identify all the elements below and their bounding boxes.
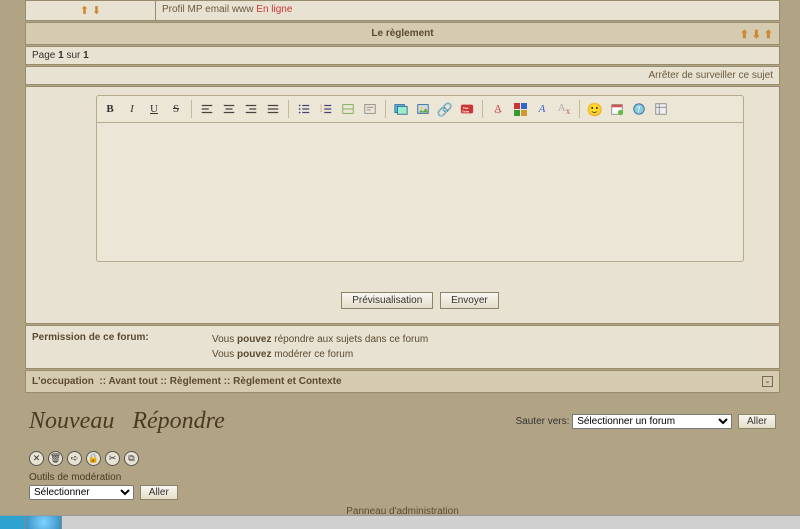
align-left-button[interactable] — [197, 99, 217, 119]
strike-button[interactable]: S — [166, 99, 186, 119]
link-button[interactable]: 🔗 — [435, 99, 455, 119]
align-center-button[interactable] — [219, 99, 239, 119]
underline-button[interactable]: U — [144, 99, 164, 119]
mod-split-icon[interactable]: ✂ — [105, 451, 120, 466]
topic-title-bar: Le règlement ⬆ ⬇ ⬆ — [25, 22, 780, 45]
submit-button[interactable]: Envoyer — [440, 292, 499, 309]
list-ol-button[interactable]: 12 — [316, 99, 336, 119]
align-right-button[interactable] — [241, 99, 261, 119]
breadcrumb: L'occupation :: Avant tout :: Règlement … — [32, 376, 342, 387]
svg-text:2: 2 — [320, 108, 322, 113]
scroll-down-icon[interactable]: ⬇ — [92, 5, 101, 17]
font-size-button[interactable]: A̲ — [488, 99, 508, 119]
breadcrumb-link[interactable]: Règlement — [170, 376, 221, 387]
permissions-label: Permission de ce forum: — [32, 332, 212, 362]
mod-merge-icon[interactable]: ⧉ — [124, 451, 139, 466]
mod-lock-icon[interactable]: 🔒 — [86, 451, 101, 466]
youtube-button[interactable]: YouTube — [457, 99, 477, 119]
pagination: Page 1 sur 1 — [32, 50, 89, 61]
align-justify-button[interactable] — [263, 99, 283, 119]
permissions-text: Vous pouvez répondre aux sujets dans ce … — [212, 332, 773, 362]
jump-forum-select[interactable]: Sélectionner un forum — [572, 414, 732, 429]
breadcrumb-link[interactable]: Règlement et Contexte — [233, 376, 341, 387]
image-host-button[interactable] — [391, 99, 411, 119]
moderation-label: Outils de modération — [25, 470, 780, 485]
toggle-editor-button[interactable] — [651, 99, 671, 119]
topic-title: Le règlement — [371, 28, 433, 39]
breadcrumb-link[interactable]: Avant tout — [108, 376, 157, 387]
quote-button[interactable] — [360, 99, 380, 119]
profile-links[interactable]: Profil MP email www — [162, 4, 254, 15]
editor-toolbar: B I U S 12 🔗 YouTube A̲ A Ax 🙂 — [96, 95, 744, 122]
breadcrumb-link[interactable]: L'occupation — [32, 376, 94, 387]
svg-text:?: ? — [637, 106, 641, 114]
nav-icon[interactable]: ⬆ — [764, 29, 773, 41]
remove-format-button[interactable]: Ax — [554, 99, 574, 119]
start-button[interactable] — [0, 516, 26, 529]
mod-move-icon[interactable]: ➪ — [67, 451, 82, 466]
italic-button[interactable]: I — [122, 99, 142, 119]
preview-button[interactable]: Prévisualisation — [341, 292, 433, 309]
jump-label: Sauter vers: — [516, 416, 570, 427]
message-textarea[interactable] — [96, 122, 744, 262]
font-color-button[interactable] — [510, 99, 530, 119]
list-ul-button[interactable] — [294, 99, 314, 119]
image-button[interactable] — [413, 99, 433, 119]
moderation-go-button[interactable]: Aller — [140, 485, 178, 500]
jump-go-button[interactable]: Aller — [738, 414, 776, 429]
online-status: En ligne — [256, 4, 292, 15]
help-button[interactable]: ? — [629, 99, 649, 119]
scroll-up-icon[interactable]: ⬆ — [80, 5, 89, 17]
font-family-button[interactable]: A — [532, 99, 552, 119]
svg-text:Tube: Tube — [462, 110, 470, 114]
bold-button[interactable]: B — [100, 99, 120, 119]
hr-button[interactable] — [338, 99, 358, 119]
new-topic-button[interactable]: Nouveau — [29, 408, 114, 434]
mod-trash-icon[interactable]: 🗑 — [48, 451, 63, 466]
stop-watching-link[interactable]: Arrêter de surveiller ce sujet — [649, 70, 774, 81]
nav-icon[interactable]: ⬆ — [740, 29, 749, 41]
date-button[interactable] — [607, 99, 627, 119]
emoji-button[interactable]: 🙂 — [585, 99, 605, 119]
reply-button[interactable]: Répondre — [132, 408, 224, 434]
moderation-select[interactable]: Sélectionner — [29, 485, 134, 500]
nav-icon[interactable]: ⬇ — [752, 29, 761, 41]
os-taskbar[interactable] — [0, 515, 800, 529]
mod-delete-icon[interactable]: ✕ — [29, 451, 44, 466]
taskbar-app-icon[interactable] — [26, 516, 62, 529]
collapse-icon[interactable]: - — [762, 376, 773, 387]
